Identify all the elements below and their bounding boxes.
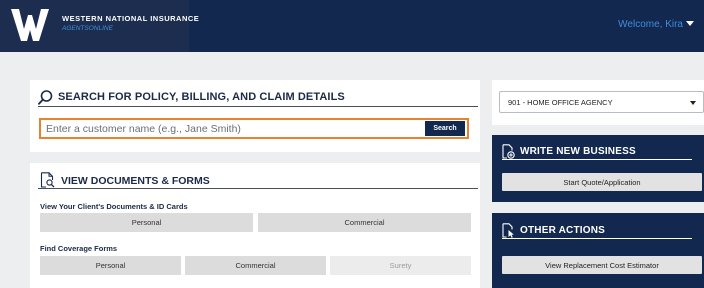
search-icon xyxy=(38,90,53,105)
document-pointer-icon xyxy=(502,223,514,238)
brand-name: WESTERN NATIONAL INSURANCE xyxy=(62,14,200,23)
caret-down-icon xyxy=(686,21,694,26)
brand-logo-block[interactable]: WESTERN NATIONAL INSURANCE AGENTSONLINE xyxy=(0,0,199,52)
search-panel-header: SEARCH FOR POLICY, BILLING, AND CLAIM DE… xyxy=(38,90,478,107)
chevron-down-icon xyxy=(690,101,696,105)
search-panel: SEARCH FOR POLICY, BILLING, AND CLAIM DE… xyxy=(30,80,480,152)
welcome-text: Welcome, Kira xyxy=(618,19,683,30)
coverage-forms-personal-button[interactable]: Personal xyxy=(40,256,181,275)
write-new-business-title: WRITE NEW BUSINESS xyxy=(520,146,636,157)
documents-panel-title: VIEW DOCUMENTS & FORMS xyxy=(61,175,210,187)
user-menu[interactable]: Welcome, Kira xyxy=(618,19,694,30)
write-new-business-panel: WRITE NEW BUSINESS Start Quote/Applicati… xyxy=(492,135,704,202)
coverage-forms-commercial-button[interactable]: Commercial xyxy=(185,256,326,275)
client-documents-personal-button[interactable]: Personal xyxy=(40,213,253,232)
agency-selector-panel: 901 - HOME OFFICE AGENCY xyxy=(492,80,704,125)
agency-select[interactable]: 901 - HOME OFFICE AGENCY xyxy=(499,91,704,113)
customer-search-input[interactable] xyxy=(41,120,425,137)
new-document-icon xyxy=(502,144,515,159)
documents-forms-panel: VIEW DOCUMENTS & FORMS View Your Client'… xyxy=(30,163,480,288)
other-actions-header: OTHER ACTIONS xyxy=(502,222,692,239)
top-navigation-bar: WESTERN NATIONAL INSURANCE AGENTSONLINE … xyxy=(0,0,704,52)
brand-subtitle: AGENTSONLINE xyxy=(62,25,113,32)
search-field: Search xyxy=(39,118,469,139)
client-documents-label: View Your Client's Documents & ID Cards xyxy=(40,202,188,211)
search-panel-title: SEARCH FOR POLICY, BILLING, AND CLAIM DE… xyxy=(58,91,345,103)
w-logo-icon xyxy=(11,9,49,41)
document-search-icon xyxy=(40,172,55,188)
coverage-forms-surety-button[interactable]: Surety xyxy=(330,256,471,275)
search-button[interactable]: Search xyxy=(425,121,465,136)
agency-select-value: 901 - HOME OFFICE AGENCY xyxy=(508,98,613,107)
other-actions-title: OTHER ACTIONS xyxy=(520,225,606,236)
write-new-business-header: WRITE NEW BUSINESS xyxy=(502,143,692,160)
replacement-cost-estimator-button[interactable]: View Replacement Cost Estimator xyxy=(502,256,702,274)
coverage-forms-label: Find Coverage Forms xyxy=(40,244,118,253)
start-quote-button[interactable]: Start Quote/Application xyxy=(502,173,702,191)
client-documents-commercial-button[interactable]: Commercial xyxy=(258,213,471,232)
other-actions-panel: OTHER ACTIONS View Replacement Cost Esti… xyxy=(492,213,704,288)
documents-panel-header: VIEW DOCUMENTS & FORMS xyxy=(38,171,478,189)
